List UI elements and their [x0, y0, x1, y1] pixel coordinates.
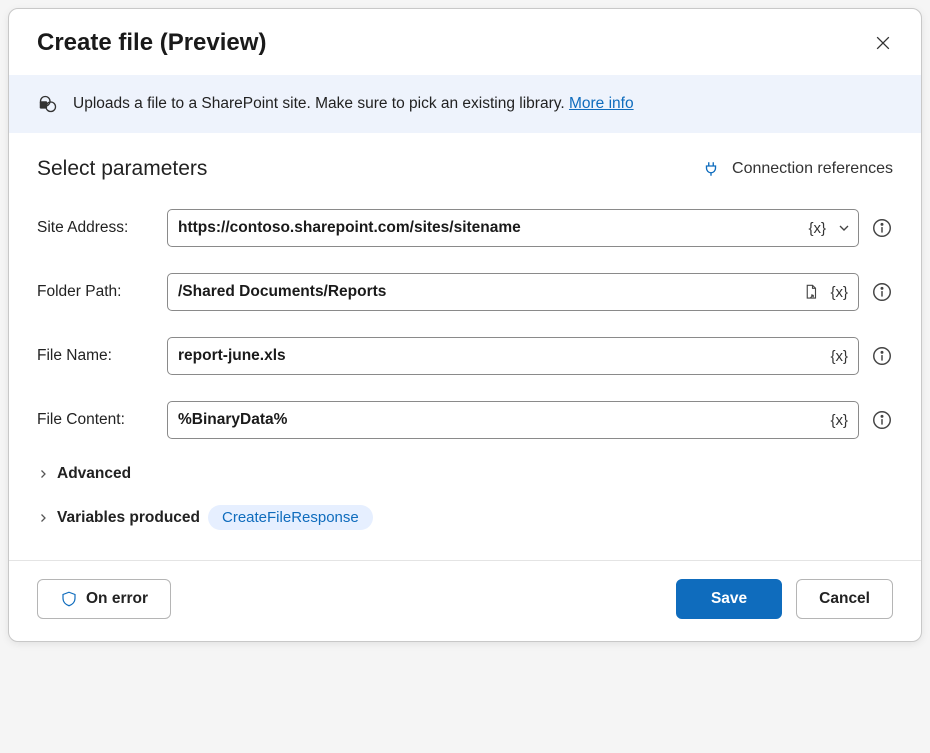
dialog-title: Create file (Preview) — [37, 29, 266, 57]
input-wrap-file-name: {x} — [167, 337, 859, 375]
dialog-footer: On error Save Cancel — [9, 560, 921, 641]
variable-token-button[interactable]: {x} — [826, 410, 852, 431]
create-file-dialog: Create file (Preview) S Uploads a file t… — [8, 8, 922, 642]
file-picker-icon[interactable] — [802, 283, 820, 301]
field-site-address: Site Address: {x} — [37, 209, 893, 247]
chevron-down-icon[interactable] — [836, 220, 852, 236]
save-button[interactable]: Save — [676, 579, 782, 619]
field-folder-path: Folder Path: {x} — [37, 273, 893, 311]
variables-produced-label: Variables produced — [57, 509, 200, 527]
more-info-link[interactable]: More info — [569, 95, 634, 112]
info-icon[interactable] — [871, 217, 893, 239]
info-icon[interactable] — [871, 281, 893, 303]
info-banner: S Uploads a file to a SharePoint site. M… — [9, 75, 921, 133]
section-title: Select parameters — [37, 157, 207, 181]
variable-token-button[interactable]: {x} — [804, 218, 830, 239]
plug-icon — [702, 160, 720, 178]
variable-token-button[interactable]: {x} — [826, 282, 852, 303]
file-name-input[interactable] — [178, 347, 820, 365]
input-wrap-file-content: {x} — [167, 401, 859, 439]
field-file-name: File Name: {x} — [37, 337, 893, 375]
variable-tag[interactable]: CreateFileResponse — [208, 505, 373, 530]
on-error-button[interactable]: On error — [37, 579, 171, 619]
field-file-content: File Content: {x} — [37, 401, 893, 439]
advanced-label: Advanced — [57, 465, 131, 483]
cancel-button[interactable]: Cancel — [796, 579, 893, 619]
connection-references-button[interactable]: Connection references — [702, 160, 893, 178]
info-icon[interactable] — [871, 345, 893, 367]
chevron-right-icon — [37, 512, 49, 524]
banner-message: Uploads a file to a SharePoint site. Mak… — [73, 95, 569, 112]
input-wrap-site-address: {x} — [167, 209, 859, 247]
banner-text: Uploads a file to a SharePoint site. Mak… — [73, 95, 634, 113]
label-file-name: File Name: — [37, 347, 155, 365]
variables-produced-expander[interactable]: Variables produced CreateFileResponse — [37, 505, 893, 530]
info-icon[interactable] — [871, 409, 893, 431]
file-content-input[interactable] — [178, 411, 820, 429]
section-header: Select parameters Connection references — [37, 157, 893, 181]
close-icon[interactable] — [873, 33, 893, 53]
footer-actions: Save Cancel — [676, 579, 893, 619]
on-error-label: On error — [86, 590, 148, 608]
label-site-address: Site Address: — [37, 219, 155, 237]
svg-text:S: S — [42, 103, 45, 109]
dialog-header: Create file (Preview) — [9, 9, 921, 75]
chevron-right-icon — [37, 468, 49, 480]
site-address-input[interactable] — [178, 219, 798, 237]
shield-icon — [60, 590, 78, 608]
dialog-body: Select parameters Connection references … — [9, 133, 921, 560]
variable-token-button[interactable]: {x} — [826, 346, 852, 367]
label-folder-path: Folder Path: — [37, 283, 155, 301]
input-wrap-folder-path: {x} — [167, 273, 859, 311]
label-file-content: File Content: — [37, 411, 155, 429]
advanced-expander[interactable]: Advanced — [37, 465, 893, 483]
folder-path-input[interactable] — [178, 283, 796, 301]
sharepoint-icon: S — [37, 93, 59, 115]
connection-references-label: Connection references — [732, 160, 893, 178]
